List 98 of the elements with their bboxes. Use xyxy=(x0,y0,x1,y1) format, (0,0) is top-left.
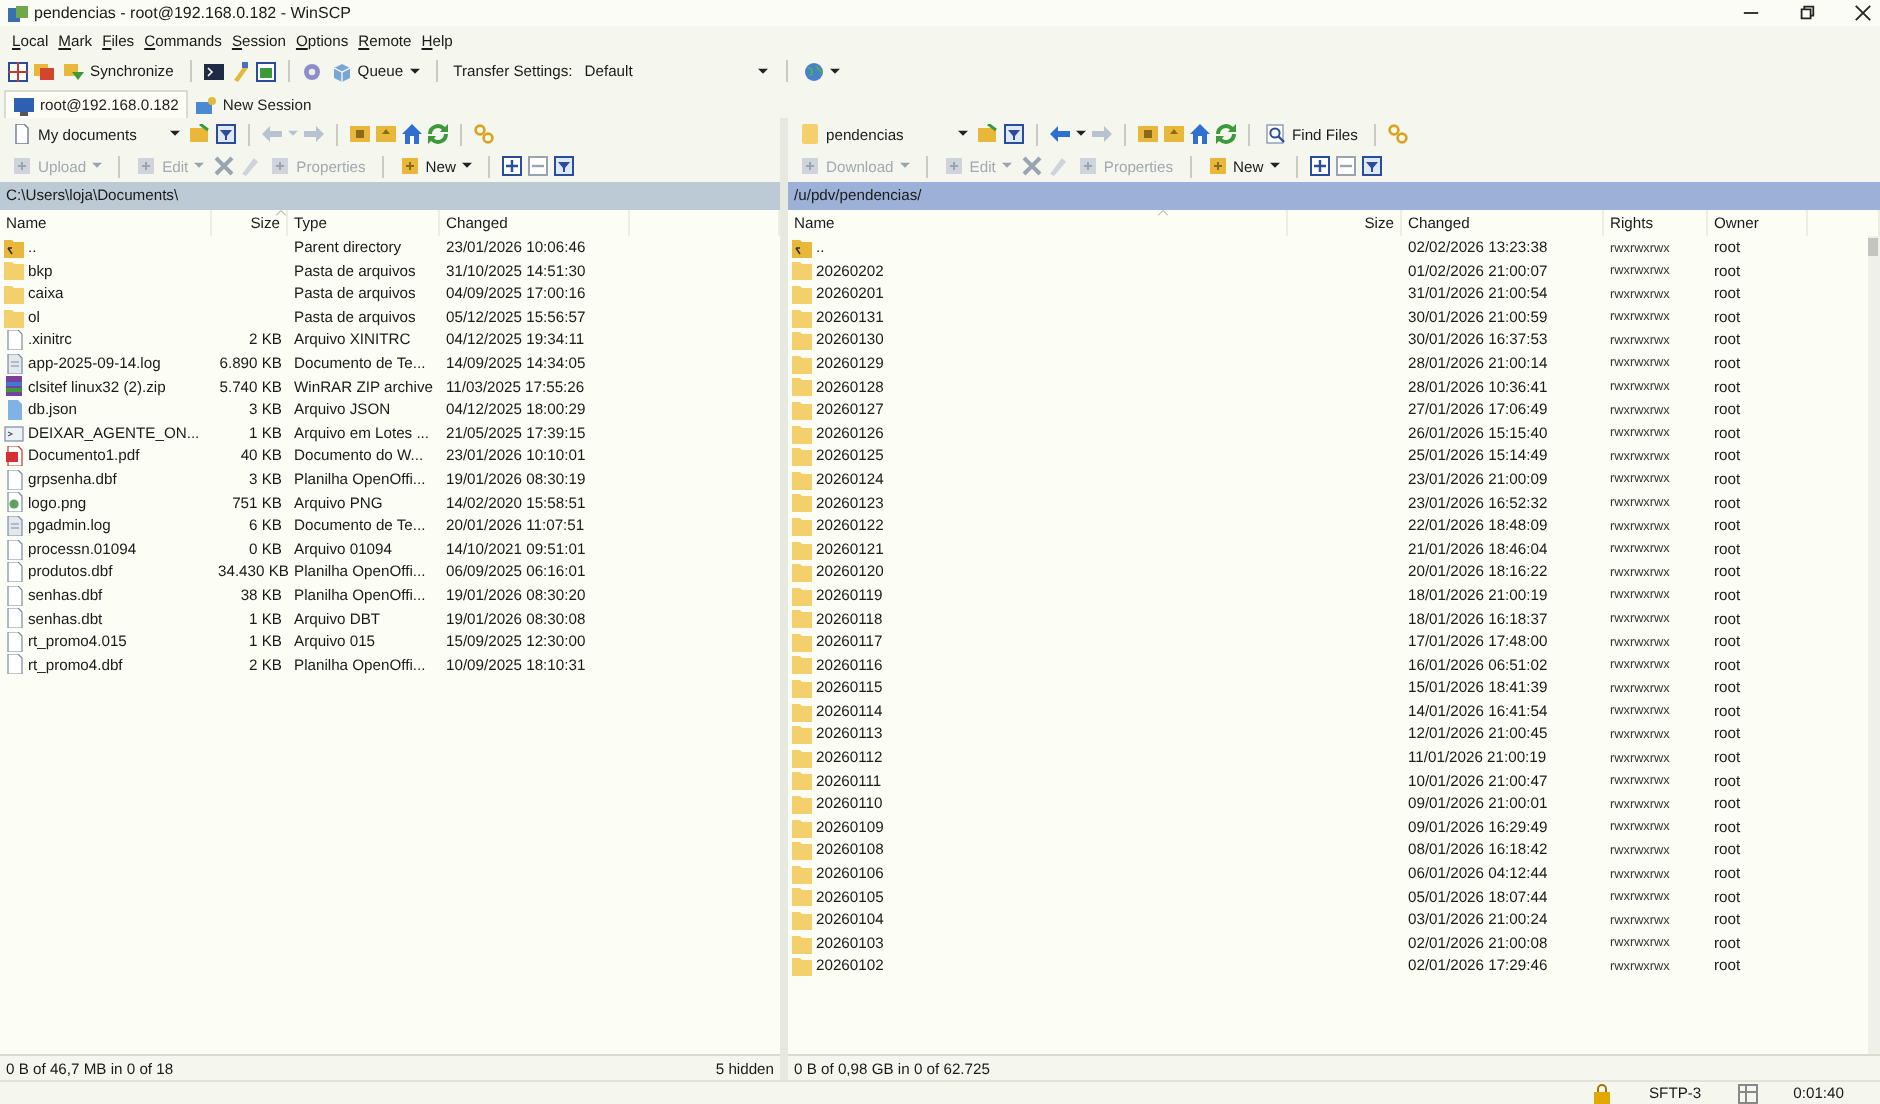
window-icon[interactable] xyxy=(255,61,276,81)
back-arrow-icon[interactable] xyxy=(1050,124,1070,144)
root-folder-icon[interactable] xyxy=(1138,124,1158,144)
folder-icon xyxy=(792,492,812,513)
filter-icon[interactable] xyxy=(1004,124,1024,144)
folder-icon xyxy=(792,886,812,907)
cube-icon xyxy=(331,61,352,81)
new-folder-icon xyxy=(399,156,420,176)
select-all-icon[interactable] xyxy=(502,156,522,176)
folders-icon[interactable] xyxy=(34,61,54,81)
refresh-icon[interactable] xyxy=(428,124,448,144)
lock-icon xyxy=(1592,1083,1613,1103)
home-icon[interactable] xyxy=(1190,124,1210,144)
parent-folder-icon xyxy=(4,237,24,258)
grid-icon xyxy=(1737,1083,1758,1103)
folder-icon xyxy=(792,910,812,931)
folder-icon xyxy=(4,260,24,281)
folder-icon xyxy=(792,863,812,884)
caret-icon[interactable] xyxy=(1076,130,1086,138)
folder-icon xyxy=(792,515,812,536)
folders-sync-icon xyxy=(64,61,84,81)
folder-icon xyxy=(4,283,24,304)
folder-icon xyxy=(792,399,812,420)
folder-icon xyxy=(792,585,812,606)
refresh-icon[interactable] xyxy=(1216,124,1236,144)
folder-icon xyxy=(792,376,812,397)
delete-icon[interactable] xyxy=(1021,156,1042,176)
open-folder-icon[interactable] xyxy=(978,124,998,144)
globe-menu-button[interactable] xyxy=(800,57,845,85)
root-folder-icon[interactable] xyxy=(350,124,370,144)
compare-icon[interactable] xyxy=(8,61,28,81)
window-title: pendencias - root@192.168.0.182 - WinSCP xyxy=(34,4,351,22)
parent-folder-icon[interactable] xyxy=(1164,124,1184,144)
folder-icon xyxy=(792,469,812,490)
folder-icon xyxy=(792,608,812,629)
folder-icon xyxy=(792,539,812,560)
scrollbar-thumb[interactable] xyxy=(1868,238,1878,256)
document-icon xyxy=(12,124,32,144)
sort-icon xyxy=(1158,210,1168,216)
text-file-icon xyxy=(4,353,24,374)
caret-icon xyxy=(1001,162,1012,170)
new-session-icon xyxy=(196,95,217,115)
caret-icon xyxy=(462,162,472,170)
folder-icon xyxy=(792,770,812,791)
restore-icon[interactable] xyxy=(1798,4,1816,22)
open-folder-icon[interactable] xyxy=(190,124,210,144)
batch-file-icon xyxy=(4,423,24,444)
folder-icon xyxy=(4,307,24,328)
caret-icon xyxy=(758,67,769,75)
select-all-icon[interactable] xyxy=(1309,156,1330,176)
close-icon[interactable] xyxy=(1854,4,1872,22)
terminal-icon[interactable] xyxy=(203,61,224,81)
home-icon[interactable] xyxy=(402,124,422,144)
caret-icon xyxy=(170,130,180,138)
parent-folder-icon xyxy=(792,237,812,258)
script-file-icon xyxy=(4,399,24,420)
folder-icon xyxy=(792,446,812,467)
gear-icon[interactable] xyxy=(301,61,322,81)
new-folder-icon xyxy=(1207,156,1227,176)
folder-icon xyxy=(792,307,812,328)
folder-icon xyxy=(800,124,820,144)
sort-icon xyxy=(276,210,286,216)
caret-icon xyxy=(409,67,420,75)
folder-icon xyxy=(792,353,812,374)
folder-icon xyxy=(792,678,812,699)
filter-icon[interactable] xyxy=(1361,156,1382,176)
folder-icon xyxy=(792,840,812,861)
caret-icon xyxy=(194,162,205,170)
archive-icon xyxy=(4,376,24,397)
scrollbar[interactable] xyxy=(1868,236,1880,1054)
caret-icon xyxy=(92,162,103,170)
folder-icon xyxy=(792,423,812,444)
caret-icon xyxy=(830,67,841,75)
folder-icon xyxy=(792,283,812,304)
folder-icon xyxy=(792,794,812,815)
folder-icon xyxy=(792,654,812,675)
text-file-icon xyxy=(4,515,24,536)
folder-icon xyxy=(792,701,812,722)
folder-icon xyxy=(792,330,812,351)
caret-icon xyxy=(1269,162,1280,170)
delete-icon[interactable] xyxy=(214,156,235,176)
caret-icon xyxy=(958,130,968,138)
folder-icon xyxy=(792,562,812,583)
parent-folder-icon[interactable] xyxy=(376,124,396,144)
filter-icon[interactable] xyxy=(554,156,574,176)
caret-icon xyxy=(899,162,910,170)
search-icon xyxy=(1266,124,1286,144)
filter-icon[interactable] xyxy=(216,124,236,144)
app-icon xyxy=(8,3,28,23)
monitor-icon xyxy=(14,95,34,115)
folder-icon xyxy=(792,933,812,954)
folder-icon xyxy=(792,747,812,768)
folder-icon xyxy=(792,817,812,838)
folder-icon xyxy=(792,260,812,281)
folder-icon xyxy=(792,956,812,977)
folder-icon xyxy=(792,724,812,745)
folder-icon xyxy=(792,631,812,652)
globe-icon xyxy=(804,61,825,81)
